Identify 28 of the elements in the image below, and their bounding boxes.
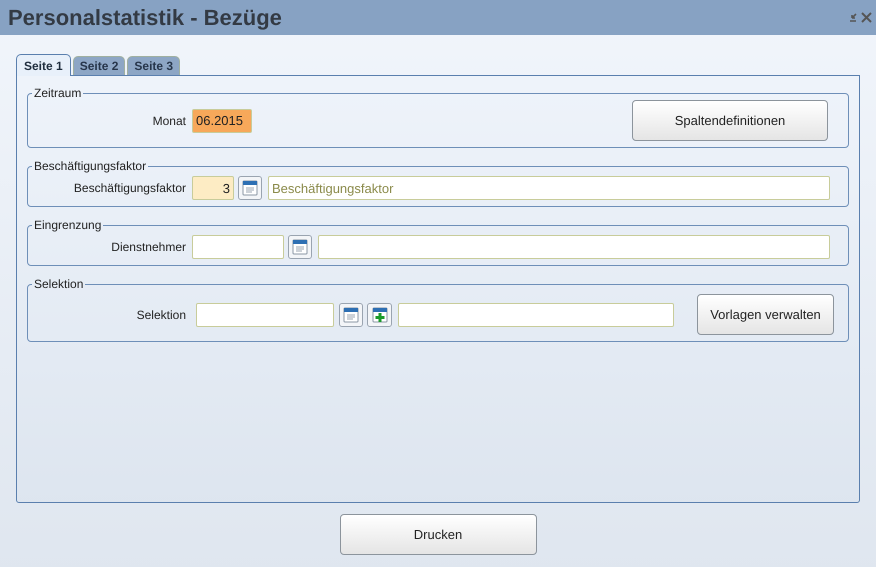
window-title: Personalstatistik - Bezüge <box>8 4 282 32</box>
field-label: Selektion <box>136 306 187 324</box>
lookup-button[interactable] <box>288 235 312 259</box>
action-button[interactable]: Vorlagen verwalten <box>697 294 834 335</box>
print-button[interactable]: Drucken <box>340 514 536 555</box>
close-icon[interactable] <box>861 12 872 23</box>
group-legend: Zeitraum <box>32 84 84 102</box>
field-label: Dienstnehmer <box>110 239 187 256</box>
group-legend: Eingrenzung <box>32 216 104 234</box>
input-field[interactable] <box>192 235 284 259</box>
lookup-button[interactable] <box>339 302 363 326</box>
input-field[interactable]: 06.2015 <box>192 108 252 132</box>
input-field[interactable] <box>318 235 830 259</box>
action-button[interactable]: Spaltendefinitionen <box>632 100 828 141</box>
minimize-icon[interactable] <box>848 12 859 23</box>
add-button[interactable] <box>367 302 392 326</box>
tab[interactable]: Seite 2 <box>72 56 126 75</box>
input-field[interactable] <box>398 302 674 326</box>
input-field[interactable] <box>196 302 334 326</box>
lookup-button[interactable] <box>238 176 262 200</box>
tab[interactable]: Seite 3 <box>127 56 180 75</box>
group-legend: Selektion <box>32 275 86 293</box>
input-field[interactable]: Beschäftigungsfaktor <box>268 176 830 200</box>
tab[interactable]: Seite 1 <box>16 54 71 76</box>
group-legend: Beschäftigungsfaktor <box>32 157 148 175</box>
field-label: Beschäftigungsfaktor <box>72 180 187 197</box>
input-field[interactable]: 3 <box>192 176 234 200</box>
field-label: Monat <box>152 112 187 130</box>
